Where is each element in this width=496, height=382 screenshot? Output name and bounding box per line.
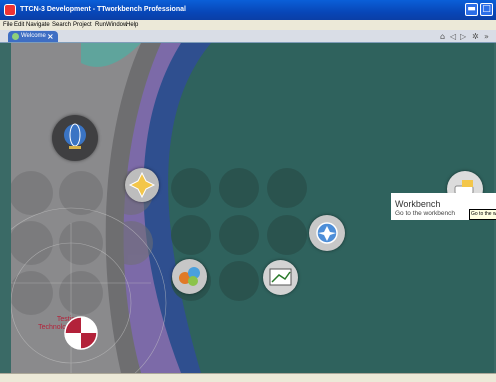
workbench-title: Workbench [395, 199, 441, 209]
tutorials-button[interactable] [263, 260, 298, 295]
minimize-button[interactable]: ▬ [465, 3, 478, 16]
window-title: TTCN-3 Development - TTworkbench Profess… [20, 6, 186, 13]
star-icon [128, 171, 156, 199]
menu-edit[interactable]: Edit [14, 20, 24, 30]
app-icon[interactable] [4, 4, 16, 16]
overview-button[interactable] [52, 115, 98, 161]
settings-icon[interactable]: ✲ [472, 32, 479, 41]
close-icon[interactable]: × [47, 31, 54, 42]
home-icon[interactable]: ⌂ [440, 32, 445, 41]
workbench-description: Go to the workbench [395, 210, 455, 217]
forward-icon[interactable]: ▷ [460, 32, 466, 41]
tab-welcome[interactable]: Welcome × [8, 31, 58, 42]
editor-tab-row: Welcome × [0, 30, 496, 43]
web-resources-button[interactable] [309, 215, 345, 251]
welcome-icon [12, 33, 19, 40]
menu-run[interactable]: Run [95, 20, 106, 30]
hover-tooltip: Go to the wo [469, 209, 496, 220]
menu-file[interactable]: File [3, 20, 13, 30]
menu-project[interactable]: Project [73, 20, 92, 30]
testing-technologies-logo [64, 316, 98, 350]
menu-window[interactable]: Window [106, 20, 127, 30]
overflow-icon[interactable]: » [484, 32, 489, 41]
menu-bar: File Edit Navigate Search Project Run Wi… [0, 20, 496, 30]
menu-help[interactable]: Help [126, 20, 138, 30]
maximize-button[interactable]: □ [480, 3, 493, 16]
whats-new-button[interactable] [125, 168, 159, 202]
badge-icon [316, 222, 338, 244]
menu-search[interactable]: Search [52, 20, 71, 30]
shapes-icon [179, 267, 200, 286]
samples-button[interactable] [172, 259, 207, 294]
chart-icon [269, 268, 292, 286]
globe-icon [64, 123, 86, 149]
back-icon[interactable]: ◁ [450, 32, 456, 41]
menu-navigate[interactable]: Navigate [26, 20, 50, 30]
tab-welcome-label: Welcome [21, 33, 46, 39]
title-bar: TTCN-3 Development - TTworkbench Profess… [0, 0, 496, 20]
